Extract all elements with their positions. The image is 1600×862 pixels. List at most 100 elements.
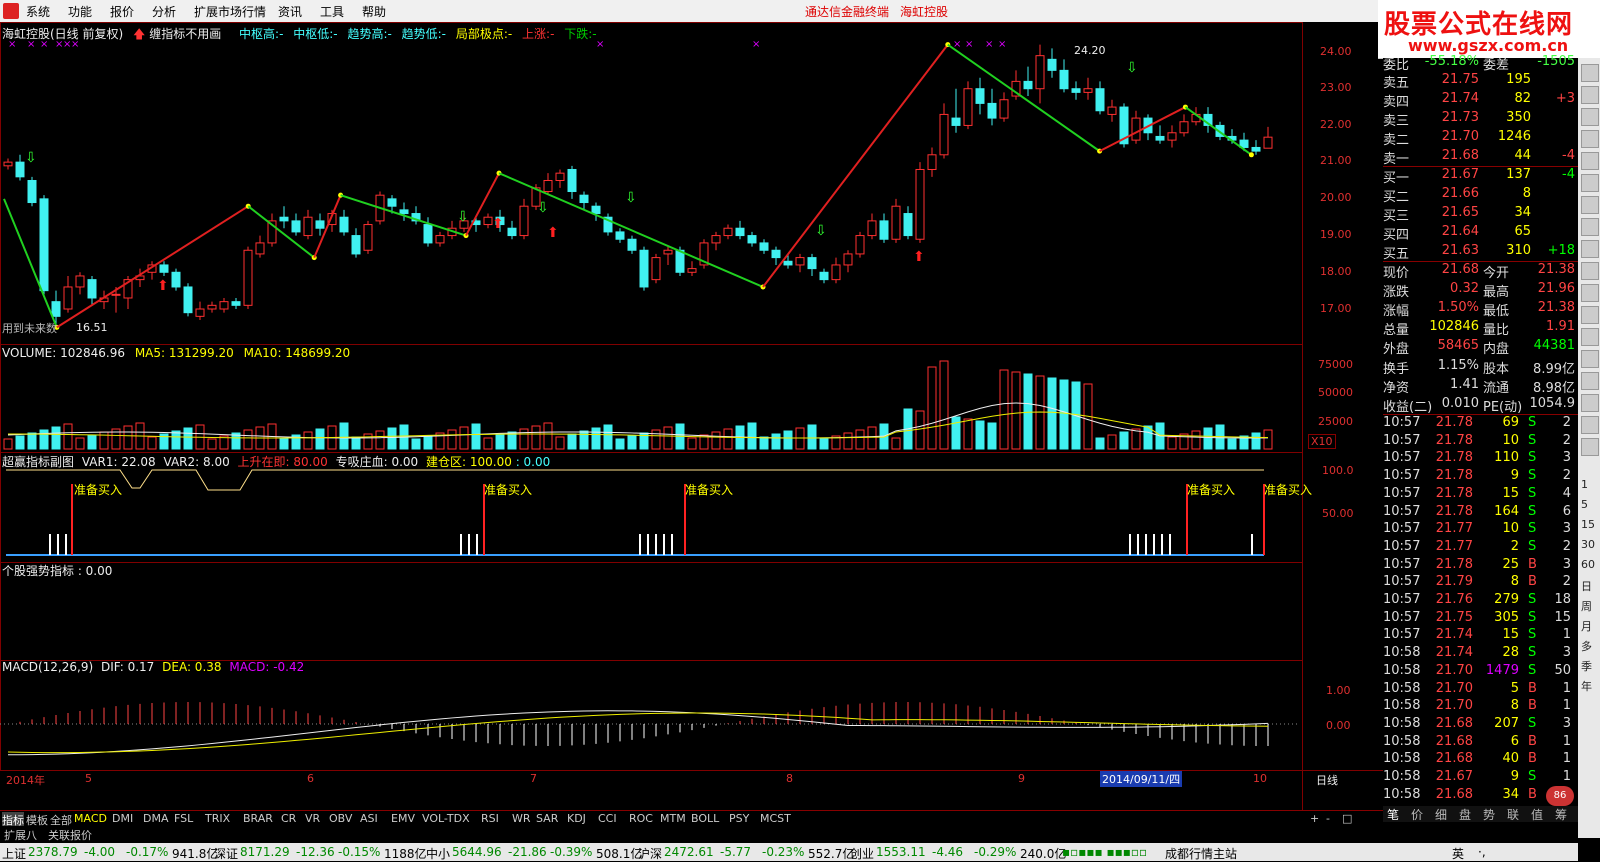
indicator-tab-dmi[interactable]: DMI [112, 812, 133, 825]
quote-tab-2[interactable]: 细 [1435, 806, 1447, 823]
sub-tab-ext8[interactable]: 扩展八 [4, 827, 37, 843]
indicator-tab-asi[interactable]: ASI [360, 812, 378, 825]
promo-terminal-link[interactable]: 通达信金融终端 [805, 3, 889, 20]
indicator-tab-fsl[interactable]: FSL [174, 812, 193, 825]
indicator-tab-mcst[interactable]: MCST [760, 812, 791, 825]
quote-tab-0[interactable]: 笔 [1387, 806, 1399, 823]
indicator-tab-boll[interactable]: BOLL [691, 812, 719, 825]
menu-item-news[interactable]: 资讯 [278, 3, 302, 20]
period-shortcut[interactable]: 多 [1581, 638, 1592, 654]
indicator-tab-macd[interactable]: MACD [74, 812, 107, 825]
period-shortcut[interactable]: 月 [1581, 618, 1592, 634]
period-shortcut[interactable]: 周 [1581, 598, 1592, 614]
sub-tab-related-quote[interactable]: 关联报价 [48, 827, 92, 843]
toolbar-chart-icon[interactable] [1581, 64, 1599, 82]
tick-row: 10:57 21.78 9 S 2 [1383, 468, 1578, 485]
stat-value: 21.96 [1537, 281, 1575, 296]
indicator-tab-cr[interactable]: CR [281, 812, 296, 825]
indicator-tab-wr[interactable]: WR [512, 812, 531, 825]
toolbar-text-icon[interactable] [1581, 306, 1599, 324]
toolbar-F2-icon[interactable] [1581, 284, 1599, 302]
indicator-rise: 上升在即: 80.00 [237, 455, 328, 469]
chart-area[interactable]: × × × × × × × × × × × × ⬆ ⬆ ⬆ ⬆ ⇩ ⇩ ⇩ ⇩ ⇩ ⇩ 海虹控股(日线 前复权) 🡅 缠指… [0, 22, 1383, 814]
period-shortcut[interactable]: 30 [1581, 538, 1595, 551]
tick-time: 10:58 [1383, 715, 1421, 731]
period-shortcut[interactable]: 1 [1581, 478, 1588, 491]
tick-side: S [1528, 485, 1537, 501]
candlestick [627, 238, 637, 251]
indicator-tab-kdj[interactable]: KDJ [567, 812, 586, 825]
toolbar-doc-icon[interactable] [1581, 196, 1599, 214]
indicator-tab-trix[interactable]: TRIX [205, 812, 230, 825]
tab-control-remove[interactable]: - [1326, 812, 1330, 825]
period-shortcut[interactable]: 60 [1581, 558, 1595, 571]
ask-label: 卖四 [1383, 95, 1410, 110]
menu-item-tools[interactable]: 工具 [320, 3, 344, 20]
toolbar-pan-icon[interactable] [1581, 372, 1599, 390]
indicator-tab-mtm[interactable]: MTM [660, 812, 686, 825]
toolbar-F5-icon[interactable] [1581, 416, 1599, 434]
chart-canvas[interactable]: × × × × × × × × × × × ×⬆⬆⬆⬆⇩⇩⇩⇩⇩⇩ [0, 22, 1383, 814]
index-name[interactable]: 沪深 [638, 845, 662, 862]
indicator-tab-obv[interactable]: OBV [329, 812, 352, 825]
volume-bar [1095, 437, 1105, 450]
toolbar-plus-icon[interactable] [1581, 394, 1599, 412]
indicator-tab-psy[interactable]: PSY [729, 812, 749, 825]
indicator-tab-sar[interactable]: SAR [536, 812, 558, 825]
index-name[interactable]: 中小 [426, 845, 450, 862]
indicator-tab-roc[interactable]: ROC [629, 812, 653, 825]
indicator-tab-emv[interactable]: EMV [391, 812, 415, 825]
toolbar-calc-icon[interactable] [1581, 240, 1599, 258]
index-name[interactable]: 上证 [2, 845, 26, 862]
indicator-tab-dma[interactable]: DMA [143, 812, 169, 825]
menu-item-quote[interactable]: 报价 [110, 3, 134, 20]
candlestick [315, 220, 325, 229]
toolbar-?-icon[interactable] [1581, 438, 1599, 456]
index-name[interactable]: 深证 [214, 845, 238, 862]
quote-tab-3[interactable]: 盘 [1459, 806, 1471, 823]
period-shortcut[interactable]: 15 [1581, 518, 1595, 531]
tab-control-add[interactable]: + [1310, 812, 1319, 825]
toolbar-grid-icon[interactable] [1581, 152, 1599, 170]
ratio-diff-label: 委差 [1483, 58, 1510, 73]
menu-item-system[interactable]: 系统 [26, 3, 50, 20]
toolbar-F10-icon[interactable] [1581, 218, 1599, 236]
quote-tab-4[interactable]: 势 [1483, 806, 1495, 823]
index-name[interactable]: 创业 [850, 845, 874, 862]
menu-item-analysis[interactable]: 分析 [152, 3, 176, 20]
quote-tab-6[interactable]: 值 [1531, 806, 1543, 823]
indicator-tab-vr[interactable]: VR [305, 812, 320, 825]
indicator-tab-vol-tdx[interactable]: VOL-TDX [422, 812, 470, 825]
toolbar-list-icon[interactable] [1581, 130, 1599, 148]
indicator-tab-cci[interactable]: CCI [598, 812, 617, 825]
toolbar-line-icon[interactable] [1581, 108, 1599, 126]
promo-stock-link[interactable]: 海虹控股 [900, 3, 948, 20]
toolbar-chart-icon[interactable] [1581, 86, 1599, 104]
indicator-tab-rsi[interactable]: RSI [481, 812, 499, 825]
tab-control-toggle[interactable]: □ [1342, 812, 1352, 825]
period-label[interactable]: 日线 [1316, 772, 1338, 788]
toolbar-info-icon[interactable] [1581, 328, 1599, 346]
menu-item-help[interactable]: 帮助 [362, 3, 386, 20]
menu-item-function[interactable]: 功能 [68, 3, 92, 20]
period-shortcut[interactable]: 季 [1581, 658, 1592, 674]
bid-price: 21.63 [1441, 243, 1479, 258]
speed-badge[interactable]: 86 [1546, 786, 1574, 806]
ime-punct-indicator[interactable]: ·, [1478, 845, 1486, 859]
toolbar-cross-icon[interactable] [1581, 174, 1599, 192]
server-name[interactable]: 成都行情主站 [1165, 845, 1237, 862]
period-shortcut[interactable]: 日 [1581, 578, 1592, 594]
menu-item-extended-market[interactable]: 扩展市场行情 [194, 3, 266, 20]
candlestick [747, 235, 757, 244]
x-axis-label: 10 [1253, 772, 1267, 785]
quote-tab-1[interactable]: 价 [1411, 806, 1423, 823]
toolbar-zoom-icon[interactable] [1581, 262, 1599, 280]
toolbar-RSI-icon[interactable] [1581, 350, 1599, 368]
quote-tab-5[interactable]: 联 [1507, 806, 1519, 823]
ime-mode-indicator[interactable]: 英 [1452, 845, 1464, 862]
candlestick [63, 286, 73, 310]
quote-tab-7[interactable]: 筹 [1555, 806, 1567, 823]
indicator-tab-brar[interactable]: BRAR [243, 812, 273, 825]
period-shortcut[interactable]: 年 [1581, 678, 1592, 694]
period-shortcut[interactable]: 5 [1581, 498, 1588, 511]
